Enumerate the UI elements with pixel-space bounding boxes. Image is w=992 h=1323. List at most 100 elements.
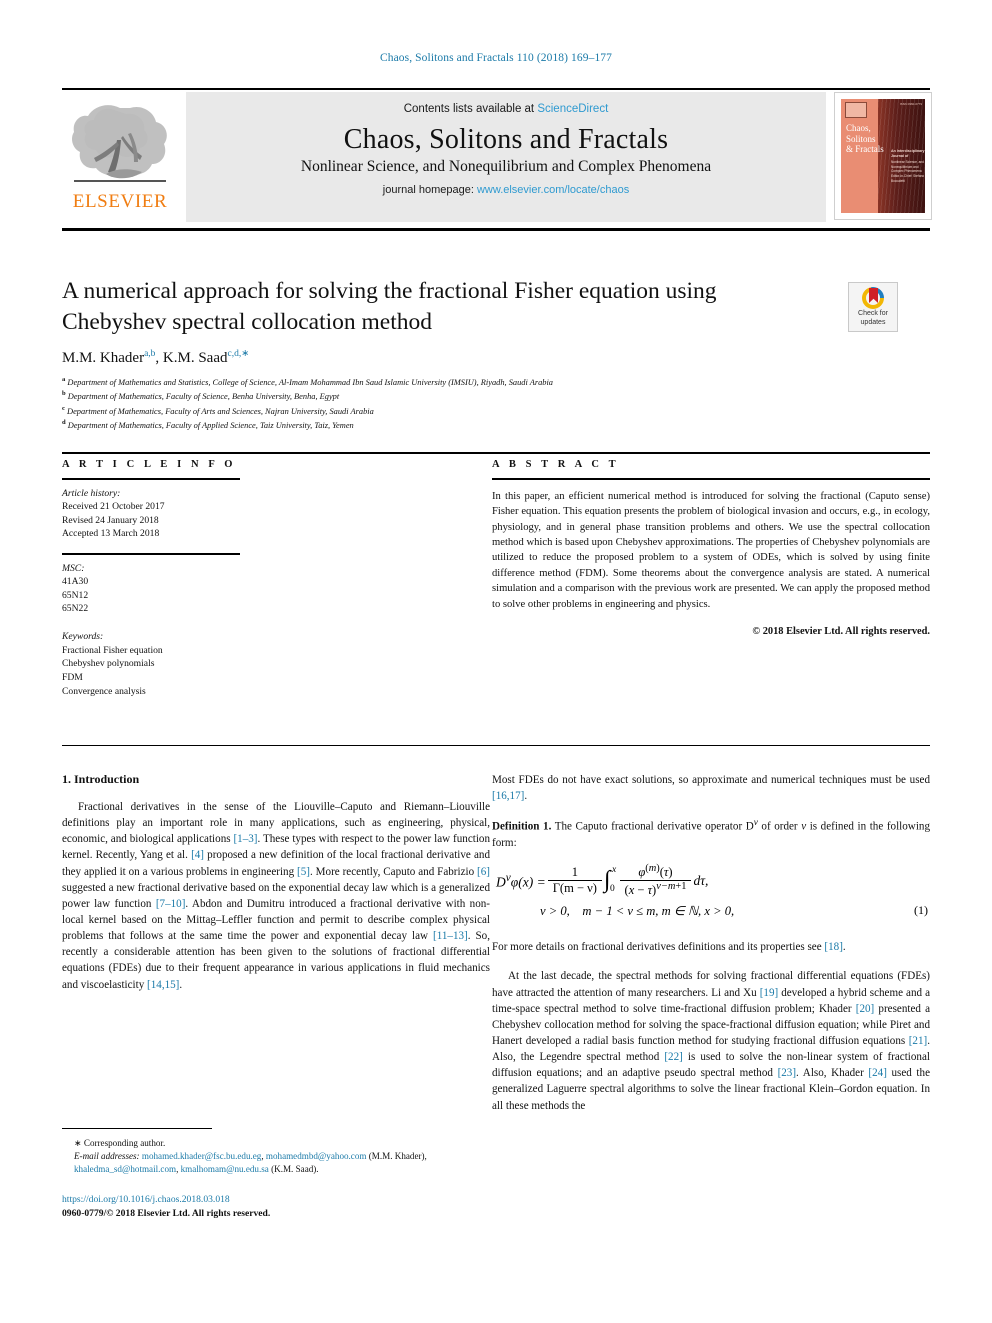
right-paragraph-1: Most FDEs do not have exact solutions, s… [492,772,930,804]
right-paragraph-3: At the last decade, the spectral methods… [492,968,930,1113]
masthead-banner: Contents lists available at ScienceDirec… [186,92,826,222]
citation-23[interactable]: [23] [778,1067,796,1079]
journal-subtitle: Nonlinear Science, and Nonequilibrium an… [300,158,712,175]
crossmark-badge[interactable]: Check for updates [848,282,898,332]
citation-4[interactable]: [4] [191,849,204,861]
citation-24[interactable]: [24] [868,1067,886,1079]
cover-title-line1: Chaos, [846,123,871,133]
cover-title-line3: & Fractals [846,144,884,155]
copyright-line: © 2018 Elsevier Ltd. All rights reserved… [752,626,930,638]
citation-18[interactable]: [18] [824,941,842,953]
body-right-column: Most FDEs do not have exact solutions, s… [492,772,930,1114]
cover-title: Chaos, Solitons & Fractals [846,123,894,155]
msc-item: 65N22 [62,603,89,615]
contents-line: Contents lists available at ScienceDirec… [186,103,826,115]
citation-11-13[interactable]: [11–13] [433,930,468,942]
equation-1-conditions: ν > 0, m − 1 < ν ≤ m, m ∈ ℕ, x > 0, [540,904,735,919]
keyword-item: FDM [62,671,83,683]
affiliation-item: a Department of Mathematics and Statisti… [62,376,553,387]
body-left-column: 1. Introduction Fractional derivatives i… [62,772,490,993]
intro-paragraph: Fractional derivatives in the sense of t… [62,799,490,993]
elsevier-tree-icon [72,105,167,182]
history-item: Received 21 October 2017 [62,501,165,513]
keywords-label: Keywords: [62,631,104,643]
article-info-divider [62,478,240,480]
keyword-item: Fractional Fisher equation [62,644,163,656]
citation-22[interactable]: [22] [664,1051,682,1063]
history-item: Revised 24 January 2018 [62,514,159,526]
footnote-block: ∗ Corresponding author. E-mail addresses… [62,1137,490,1177]
cover-elsevier-badge [845,102,867,118]
abstract-text: In this paper, an efficient numerical me… [492,490,930,610]
affiliation-list: a Department of Mathematics and Statisti… [62,375,862,433]
keyword-item: Convergence analysis [62,685,146,697]
corresponding-author-note: ∗ Corresponding author. [74,1138,166,1148]
email-link-2[interactable]: mohamedmbd@yahoo.com [266,1151,367,1161]
citation-1-3[interactable]: [1–3] [233,833,257,845]
band-rule-bottom [62,745,930,746]
crossmark-line1: Check for [858,310,888,317]
abstract-divider [492,478,930,480]
msc-label: MSC: [62,562,85,574]
citation-16-17[interactable]: [16,17] [492,790,524,802]
citation-6[interactable]: [6] [477,866,490,878]
right-text-2b: . [842,941,846,954]
msc-block: MSC: 41A30 65N12 65N22 [62,562,242,616]
email-owner-1: (M.M. Khader), [368,1151,427,1162]
equation-1-main: Dνφ(x) = 1 Γ(m − ν) ∫ x 0 φ(m)(τ) (x − τ)ν… [496,863,708,898]
crossmark-line2: updates [860,318,886,326]
equation-1: Dνφ(x) = 1 Γ(m − ν) ∫ x 0 φ(m)(τ) (x − τ)ν… [492,863,930,929]
citation-20[interactable]: [20] [856,1003,874,1015]
equation-1-number: (1) [914,903,928,918]
citation-5[interactable]: [5] [297,866,310,878]
equation-1-inner-fraction: φ(m)(τ) (x − τ)ν−m+1 [619,863,692,898]
masthead: ELSEVIER Contents lists available at Sci… [62,92,932,222]
msc-item: 41A30 [62,576,89,588]
msc-divider [62,553,240,555]
journal-homepage-line: journal homepage: www.elsevier.com/locat… [186,184,826,196]
doi-block: https://doi.org/10.1016/j.chaos.2018.03.… [62,1193,490,1222]
cover-title-line2: Solitons [846,133,876,144]
definition-1: Definition 1. The Caputo fractional deri… [492,818,930,850]
right-text-3f: . Also, Khader [796,1067,869,1080]
footnote-separator [62,1128,212,1129]
definition-label: Definition 1. [492,820,552,833]
definition-text-1: The Caputo fractional derivative operato… [551,820,754,833]
doi-link[interactable]: https://doi.org/10.1016/j.chaos.2018.03.… [62,1193,490,1207]
equation-1-outer-fraction: 1 Γ(m − ν) [547,865,602,896]
sciencedirect-link[interactable]: ScienceDirect [537,103,608,115]
contents-prefix: Contents lists available at [403,103,538,115]
elsevier-wordmark: ELSEVIER [72,191,168,212]
cover-issn-code: ISSN 0960-0779 [899,102,922,106]
citation-7-10[interactable]: [7–10] [156,898,186,910]
paper-page: Chaos, Solitons and Fractals 110 (2018) … [0,0,992,1323]
right-paragraph-2: For more details on fractional derivativ… [492,939,930,955]
history-item: Accepted 13 March 2018 [62,528,160,540]
equation-1-inner-denominator: (x − τ)ν−m+1 [619,880,692,898]
affiliation-item: b Department of Mathematics, Faculty of … [62,390,340,402]
issn-copyright-line: 0960-0779/© 2018 Elsevier Ltd. All right… [62,1208,271,1220]
equation-1-inner-numerator: φ(m)(τ) [638,863,673,880]
article-history-label: Article history: [62,487,121,499]
journal-title: Chaos, Solitons and Fractals [343,124,669,155]
citation-19[interactable]: [19] [760,987,778,999]
running-head: Chaos, Solitons and Fractals 110 (2018) … [379,52,613,64]
abstract-column: A B S T R A C T In this paper, an effici… [492,459,930,637]
email-link-1[interactable]: mohamed.khader@fsc.bu.edu.eg [142,1151,261,1161]
journal-homepage-link[interactable]: www.elsevier.com/locate/chaos [477,184,629,196]
journal-cover-thumbnail[interactable]: ISSN 0960-0779 Chaos, Solitons & Fractal… [834,92,932,220]
citation-21[interactable]: [21] [909,1035,927,1047]
email-link-3[interactable]: khaledma_sd@hotmail.com [74,1164,176,1174]
email-addresses-line: E-mail addresses: mohamed.khader@fsc.bu.… [74,1151,427,1175]
page-title: A numerical approach for solving the fra… [62,278,717,335]
msc-item: 65N12 [62,589,89,601]
article-info-column: A R T I C L E I N F O Article history: R… [62,459,242,698]
equation-1-frac-numerator: 1 [571,865,578,880]
cover-blurb-editor: Editor-in-Chief: Stefano Boccaletti [891,174,925,183]
citation-14-15[interactable]: [14,15] [147,979,179,991]
right-text-1b: . [524,790,528,803]
email-link-4[interactable]: kmalhomam@nu.edu.sa [181,1164,269,1174]
equation-1-integral-icon: ∫ x 0 [603,865,617,894]
elsevier-logo: ELSEVIER [62,92,180,222]
intro-text-h: . [179,978,183,991]
